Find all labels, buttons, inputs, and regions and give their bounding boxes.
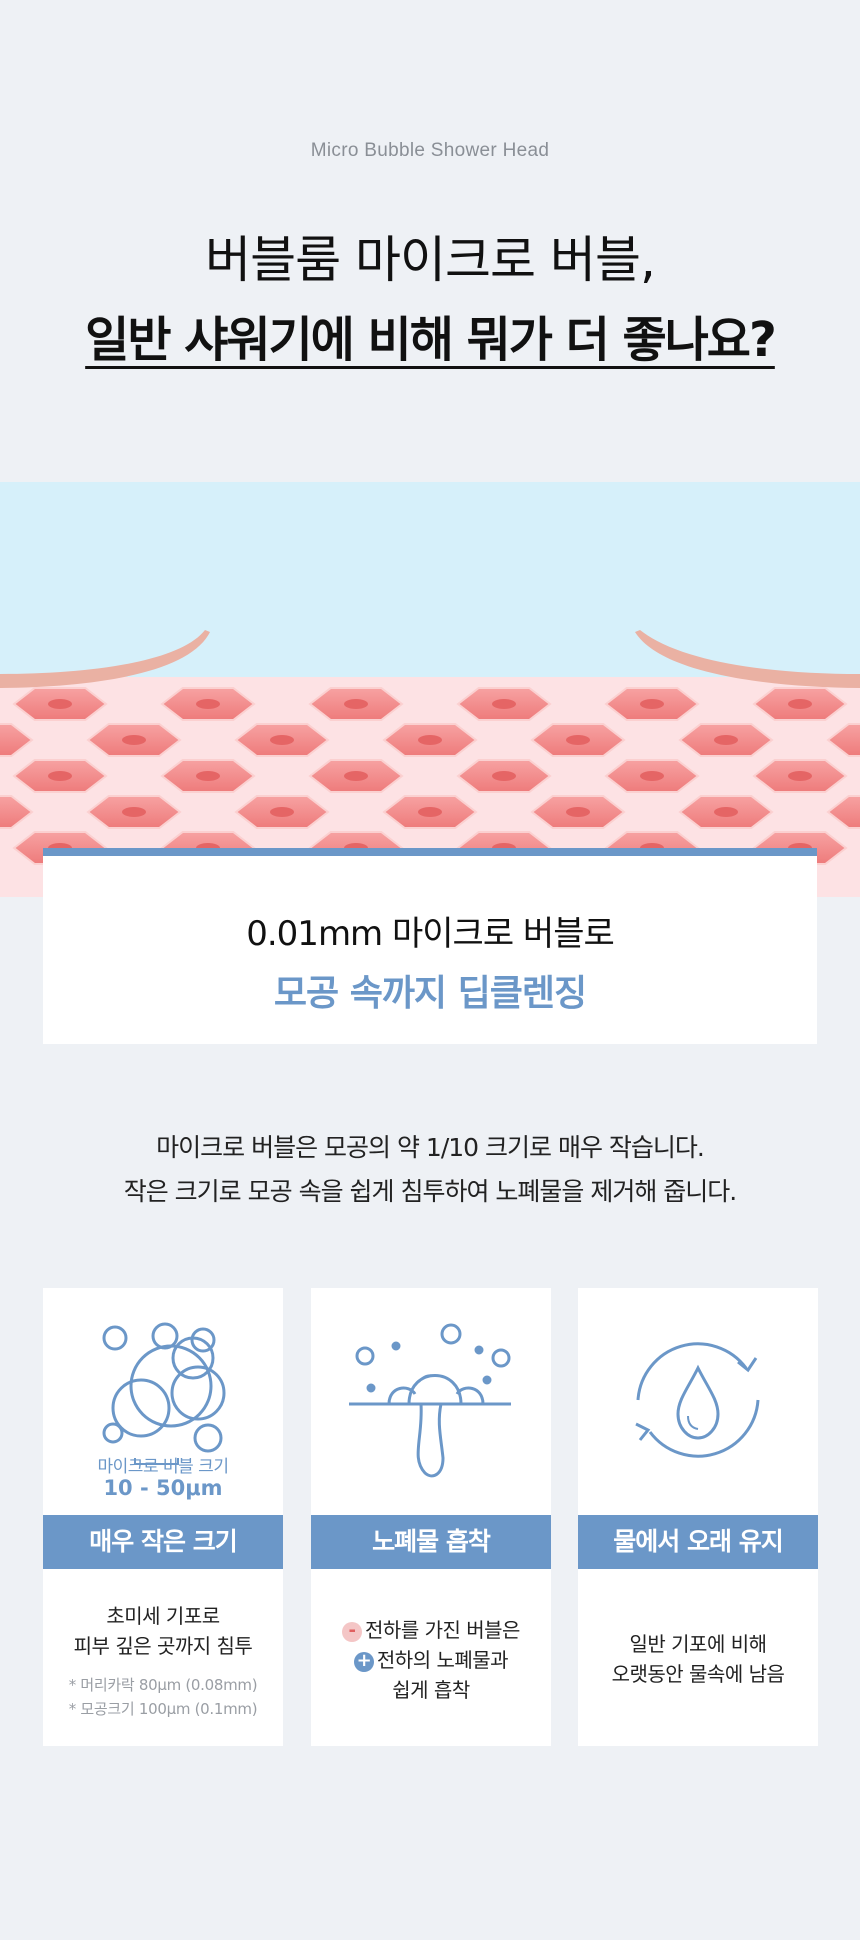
feature1-note-line1: * 머리카락 80μm (0.08mm) <box>68 1676 258 1694</box>
feature-title-long-lasting: 물에서 오래 유지 <box>578 1515 818 1569</box>
feature2-text-line2: + 전하의 노폐물과 <box>311 1644 551 1673</box>
skin-cell-nucleus <box>492 771 516 781</box>
feature-title-absorption: 노폐물 흡착 <box>311 1515 551 1569</box>
skin-cell-nucleus <box>344 771 368 781</box>
feature2-text-line1-label: 전하를 가진 버블은 <box>365 1618 520 1642</box>
skin-cell-nucleus <box>122 735 146 745</box>
skin-cell-nucleus <box>270 735 294 745</box>
skin-cell-nucleus <box>196 771 220 781</box>
water-cycle-icon <box>635 1342 760 1458</box>
skin-cell-nucleus <box>418 735 442 745</box>
skin-cell-nucleus <box>714 807 738 817</box>
feature2-text-line2-label: 전하의 노폐물과 <box>376 1648 509 1672</box>
highlight-card: 0.01mm 마이크로 버블로 모공 속까지 딥클렌징 <box>43 848 817 1044</box>
skin-cell-nucleus <box>492 699 516 709</box>
skin-cell-nucleus <box>418 807 442 817</box>
feature1-text-line2: 피부 깊은 곳까지 침투 <box>73 1634 253 1658</box>
feature2-text-line1: - 전하를 가진 버블은 <box>311 1614 551 1643</box>
minus-charge-icon: - <box>342 1621 363 1642</box>
headline-line2-text: 일반 샤워기에 비해 뭐가 더 좋나요? <box>85 312 777 368</box>
feature-card-long-lasting: 물에서 오래 유지 일반 기포에 비해 오랫동안 물속에 남음 <box>578 1288 818 1746</box>
pore-absorb-icon <box>349 1323 511 1478</box>
eyebrow-title: Micro Bubble Shower Head <box>310 140 550 161</box>
feature1-note-line2: * 모공크기 100μm (0.1mm) <box>68 1700 258 1718</box>
skin-cell-nucleus <box>48 699 72 709</box>
headline-line1: 버블룸 마이크로 버블, <box>205 231 656 289</box>
bubble-size-value: 10 - 50μm <box>103 1476 223 1500</box>
skin-cell-nucleus <box>122 807 146 817</box>
feature-card-absorption: 노폐물 흡착 - 전하를 가진 버블은 + 전하의 노폐물과 쉽게 흡착 <box>311 1288 551 1746</box>
skin-cell-nucleus <box>344 699 368 709</box>
feature2-text-line3: 쉽게 흡착 <box>392 1678 470 1702</box>
water-layer <box>0 482 860 677</box>
highlight-line1: 0.01mm 마이크로 버블로 <box>246 914 615 954</box>
skin-cell-nucleus <box>566 735 590 745</box>
headline-line2: 일반 샤워기에 비해 뭐가 더 좋나요? <box>0 300 860 370</box>
skin-cell-nucleus <box>714 735 738 745</box>
feature1-text-line1: 초미세 기포로 <box>106 1604 220 1628</box>
skin-cell-nucleus <box>788 771 812 781</box>
description-line1: 마이크로 버블은 모공의 약 1/10 크기로 매우 작습니다. <box>156 1133 705 1162</box>
skin-cell-nucleus <box>270 807 294 817</box>
skin-cell-nucleus <box>640 771 664 781</box>
feature-card-small-size: 마이크로 버블 크기 10 - 50μm 매우 작은 크기 초미세 기포로 피부… <box>43 1288 283 1746</box>
skin-cell-nucleus <box>788 699 812 709</box>
feature3-text-line1: 일반 기포에 비해 <box>629 1632 767 1656</box>
description-line2: 작은 크기로 모공 속을 쉽게 침투하여 노폐물을 제거해 줍니다. <box>123 1177 738 1206</box>
feature3-text-line2: 오랫동안 물속에 남음 <box>611 1662 785 1686</box>
feature-title-small-size: 매우 작은 크기 <box>43 1515 283 1569</box>
skin-cell-nucleus <box>48 771 72 781</box>
skin-cross-section-illustration <box>0 482 860 897</box>
bubble-size-caption: 마이크로 버블 크기 <box>97 1457 229 1477</box>
skin-cell-nucleus <box>196 699 220 709</box>
skin-cell-nucleus <box>566 807 590 817</box>
plus-charge-icon: + <box>353 1651 374 1672</box>
skin-cell-nucleus <box>640 699 664 709</box>
highlight-line2: 모공 속까지 딥클렌징 <box>273 973 587 1014</box>
